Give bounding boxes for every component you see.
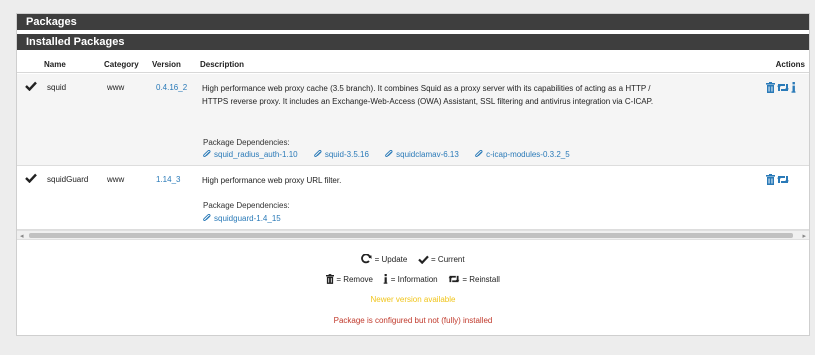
dependency-link[interactable]: squid_radius_auth-1.10 xyxy=(203,150,298,159)
package-name: squidGuard xyxy=(47,175,89,184)
description-line: High performance web proxy URL filter. xyxy=(202,176,342,185)
reinstall-button[interactable] xyxy=(777,82,789,93)
legend-newer-version: Newer version available xyxy=(370,295,456,304)
legend-current: = Current xyxy=(431,255,465,264)
section-title: Installed Packages xyxy=(17,34,809,50)
trash-icon xyxy=(766,174,775,185)
dependencies-list: squid_radius_auth-1.10 squid-3.5.16 squi… xyxy=(203,150,584,159)
package-description: High performance web proxy URL filter. xyxy=(202,174,762,187)
trash-icon xyxy=(326,274,335,284)
table-row: squid www 0.4.16_2 High performance web … xyxy=(17,74,809,166)
horizontal-scrollbar[interactable]: ◂ ▸ xyxy=(17,230,809,240)
legend-update: = Update xyxy=(374,255,408,264)
description-line: High performance web proxy cache (3.5 br… xyxy=(202,84,651,93)
paperclip-icon xyxy=(203,150,211,157)
paperclip-icon xyxy=(203,214,211,221)
dependency-link[interactable]: c-icap-modules-0.3.2_5 xyxy=(475,150,570,159)
retweet-icon xyxy=(448,275,460,283)
retweet-icon xyxy=(777,84,789,91)
package-category: www xyxy=(107,175,125,184)
paperclip-icon xyxy=(313,150,322,157)
paperclip-icon xyxy=(385,150,393,157)
legend-line-1: = Update = Current xyxy=(17,253,809,265)
check-icon xyxy=(25,173,37,183)
retweet-icon xyxy=(777,176,789,183)
scrollbar-thumb[interactable] xyxy=(29,233,793,238)
trash-icon xyxy=(766,82,775,93)
scroll-left-arrow-icon[interactable]: ◂ xyxy=(20,232,24,240)
scroll-right-arrow-icon[interactable]: ▸ xyxy=(802,232,806,240)
info-icon xyxy=(791,82,796,93)
dependencies-list: squidguard-1.4_15 xyxy=(203,214,295,223)
packages-panel: Packages Installed Packages Name Categor… xyxy=(16,13,810,336)
dependency-link[interactable]: squidguard-1.4_15 xyxy=(203,214,281,223)
table-row: squidGuard www 1.14_3 High performance w… xyxy=(17,166,809,230)
dependency-link[interactable]: squid-3.5.16 xyxy=(313,150,369,159)
legend-not-installed: Package is configured but not (fully) in… xyxy=(333,316,493,325)
package-version-link[interactable]: 1.14_3 xyxy=(156,175,180,184)
table-header: Name Category Version Description Action… xyxy=(17,55,809,73)
description-line: HTTPS reverse proxy. It includes an Exch… xyxy=(202,97,654,106)
header-description: Description xyxy=(200,60,245,69)
reinstall-button[interactable] xyxy=(777,174,789,185)
check-icon xyxy=(418,255,429,265)
legend-reinstall: = Reinstall xyxy=(462,275,500,284)
dependencies-label: Package Dependencies: xyxy=(203,201,290,210)
package-name: squid xyxy=(47,83,67,92)
legend-line-2: = Remove = Information = Reinstall xyxy=(17,274,809,284)
package-description: High performance web proxy cache (3.5 br… xyxy=(202,82,762,108)
header-version: Version xyxy=(152,60,181,69)
header-name: Name xyxy=(44,60,66,69)
info-icon xyxy=(384,274,388,284)
refresh-icon xyxy=(361,253,372,264)
paperclip-icon xyxy=(475,150,483,157)
panel-title: Packages xyxy=(17,14,809,30)
header-category: Category xyxy=(104,60,139,69)
check-icon xyxy=(25,81,37,91)
legend-information: = Information xyxy=(390,275,438,284)
package-category: www xyxy=(107,83,125,92)
header-actions: Actions xyxy=(775,60,805,69)
legend-remove: = Remove xyxy=(336,275,373,284)
remove-button[interactable] xyxy=(766,82,775,93)
dependency-link[interactable]: squidclamav-6.13 xyxy=(385,150,459,159)
remove-button[interactable] xyxy=(766,174,775,185)
information-button[interactable] xyxy=(791,82,796,93)
dependencies-label: Package Dependencies: xyxy=(203,138,290,147)
package-version-link[interactable]: 0.4.16_2 xyxy=(156,83,187,92)
